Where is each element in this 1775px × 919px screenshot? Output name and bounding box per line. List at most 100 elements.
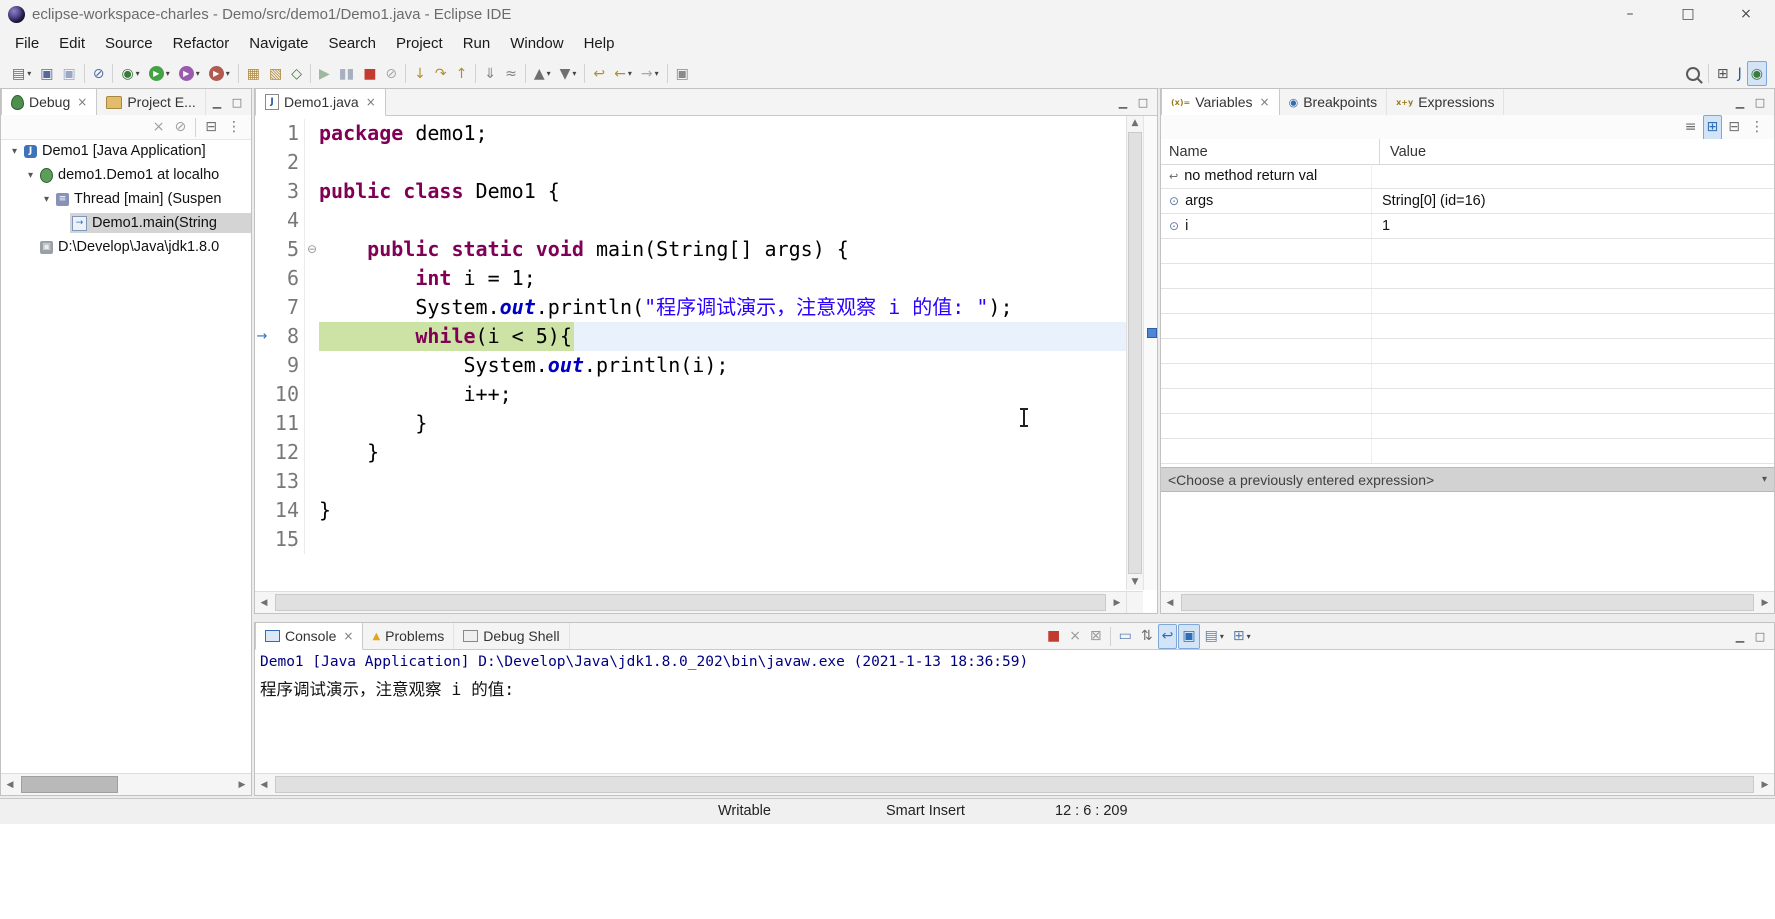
save-button[interactable]: ▣ <box>36 61 57 86</box>
menu-window[interactable]: Window <box>500 28 573 59</box>
debug-tree-item[interactable]: D:\Develop\Java\jdk1.8.0 <box>1 235 251 259</box>
debug-tree-item[interactable]: Thread [main] (Suspen <box>1 187 251 211</box>
maximize-window-button[interactable]: □ <box>1659 0 1717 28</box>
expander-icon[interactable] <box>23 170 38 181</box>
scroll-right-icon[interactable] <box>1756 780 1774 790</box>
word-wrap-button[interactable]: ↩ <box>1158 624 1178 649</box>
column-header-name[interactable]: Name <box>1161 139 1380 164</box>
scroll-down-icon[interactable] <box>1127 575 1143 590</box>
resume-button[interactable]: ▶ <box>315 61 334 86</box>
minimize-view-button[interactable]: ▁ <box>207 93 227 111</box>
collapse-all-button[interactable]: ⊟ <box>201 115 221 140</box>
step-over-button[interactable]: ↷ <box>431 61 451 86</box>
minimize-view-button[interactable]: ▁ <box>1730 627 1750 645</box>
step-return-button[interactable]: ↑ <box>452 61 472 86</box>
menu-search[interactable]: Search <box>318 28 386 59</box>
variables-view-hscrollbar[interactable] <box>1161 591 1774 613</box>
close-window-button[interactable]: × <box>1717 0 1775 28</box>
run-external-tools-button[interactable]: ▶▾ <box>205 61 234 86</box>
debug-view-hscrollbar[interactable] <box>1 773 251 795</box>
debug-tree-item[interactable]: demo1.Demo1 at localho <box>1 163 251 187</box>
expander-icon[interactable] <box>7 146 22 157</box>
run-button[interactable]: ▶▾ <box>145 61 174 86</box>
scroll-track[interactable] <box>19 774 233 795</box>
menu-refactor[interactable]: Refactor <box>163 28 240 59</box>
close-icon[interactable] <box>1260 95 1270 109</box>
menu-edit[interactable]: Edit <box>49 28 95 59</box>
last-edit-location-button[interactable]: ↩ <box>589 61 609 86</box>
scroll-thumb[interactable] <box>1128 132 1142 574</box>
view-menu-button[interactable]: ⋮ <box>223 115 245 140</box>
expander-icon[interactable] <box>39 194 54 205</box>
editor-hscrollbar[interactable] <box>255 591 1126 613</box>
debug-launch-tree[interactable]: Demo1 [Java Application]demo1.Demo1 at l… <box>1 139 251 773</box>
chevron-down-icon[interactable] <box>1762 474 1774 485</box>
show-type-names-button[interactable]: ≡ <box>1681 115 1701 140</box>
remove-all-terminated-button[interactable]: × <box>149 115 169 140</box>
scroll-right-icon[interactable] <box>1756 598 1774 608</box>
scroll-track[interactable] <box>273 774 1756 795</box>
console-view-tab-debug-shell[interactable]: Debug Shell <box>454 623 569 649</box>
variable-row[interactable]: argsString[0] (id=16) <box>1161 189 1774 214</box>
menu-project[interactable]: Project <box>386 28 453 59</box>
new-class-button[interactable]: ◇ <box>287 61 306 86</box>
debug-view-tab-debug[interactable]: Debug <box>1 89 97 116</box>
scroll-right-icon[interactable] <box>1108 598 1126 608</box>
suspend-button[interactable]: ▮▮ <box>335 61 358 86</box>
collapse-all-button[interactable]: ⊟ <box>1724 115 1744 140</box>
next-annotation-button[interactable]: ▼▾ <box>556 61 581 86</box>
debug-button[interactable]: ◉▾ <box>117 61 143 86</box>
scroll-left-icon[interactable] <box>255 780 273 790</box>
minimize-view-button[interactable]: ▁ <box>1113 93 1133 111</box>
debug-tree-item[interactable]: Demo1 [Java Application] <box>1 139 251 163</box>
pin-editor-button[interactable]: ▣ <box>672 61 693 86</box>
disconnect-button[interactable]: ⊘ <box>381 61 401 86</box>
debug-perspective-button[interactable]: ◉ <box>1747 61 1767 86</box>
step-into-button[interactable]: ↓ <box>410 61 430 86</box>
remove-all-terminated-launches-button[interactable]: ⊠ <box>1086 624 1106 649</box>
scroll-right-icon[interactable] <box>233 780 251 790</box>
editor-vscrollbar[interactable] <box>1126 116 1143 590</box>
terminate-console-button[interactable]: ■ <box>1043 624 1064 649</box>
console-hscrollbar[interactable] <box>255 773 1774 795</box>
debug-view-tab-project-e[interactable]: Project E... <box>97 89 205 115</box>
debug-tree-item[interactable]: Demo1.main(String <box>1 211 251 235</box>
new-java-project-button[interactable]: ▦ <box>243 61 264 86</box>
fold-marker-icon[interactable] <box>304 235 319 264</box>
scroll-up-icon[interactable] <box>1127 116 1143 131</box>
scroll-thumb[interactable] <box>21 776 118 793</box>
display-selected-console-button[interactable]: ▤▾ <box>1201 624 1228 649</box>
console-view-tab-problems[interactable]: Problems <box>363 623 454 649</box>
remove-launch-button[interactable]: × <box>1065 624 1085 649</box>
scroll-left-icon[interactable] <box>255 598 273 608</box>
disconnect-view-button[interactable]: ⊘ <box>171 115 191 140</box>
menu-file[interactable]: File <box>5 28 49 59</box>
maximize-view-button[interactable]: □ <box>1750 627 1770 645</box>
variables-view-tab-breakpoints[interactable]: Breakpoints <box>1280 89 1388 115</box>
pin-console-button[interactable]: ▣ <box>1178 624 1199 649</box>
open-console-button[interactable]: ⊞▾ <box>1229 624 1255 649</box>
menu-navigate[interactable]: Navigate <box>239 28 318 59</box>
terminate-button[interactable]: ■ <box>359 61 380 86</box>
minimize-view-button[interactable]: ▁ <box>1730 93 1750 111</box>
variables-view-tab-expressions[interactable]: Expressions <box>1387 89 1504 115</box>
minimize-window-button[interactable]: – <box>1601 0 1659 28</box>
clear-console-button[interactable]: ▭ <box>1115 624 1136 649</box>
scroll-lock-button[interactable]: ⇅ <box>1137 624 1157 649</box>
column-header-value[interactable]: Value <box>1380 144 1774 160</box>
menu-run[interactable]: Run <box>453 28 501 59</box>
variable-row[interactable]: i1 <box>1161 214 1774 239</box>
close-icon[interactable] <box>77 95 87 109</box>
console-output-area[interactable]: Demo1 [Java Application] D:\Develop\Java… <box>255 650 1774 772</box>
scroll-thumb[interactable] <box>275 776 1754 793</box>
new-package-button[interactable]: ▧ <box>265 61 286 86</box>
scroll-track[interactable] <box>273 592 1108 613</box>
menu-help[interactable]: Help <box>574 28 625 59</box>
use-step-filters-button[interactable]: ≈ <box>501 61 521 86</box>
back-button[interactable]: ←▾ <box>610 61 636 86</box>
scroll-track[interactable] <box>1127 131 1143 575</box>
forward-button[interactable]: →▾ <box>637 61 663 86</box>
scroll-left-icon[interactable] <box>1161 598 1179 608</box>
java-perspective-button[interactable]: J <box>1734 61 1746 86</box>
view-menu-button[interactable]: ⋮ <box>1746 115 1768 140</box>
